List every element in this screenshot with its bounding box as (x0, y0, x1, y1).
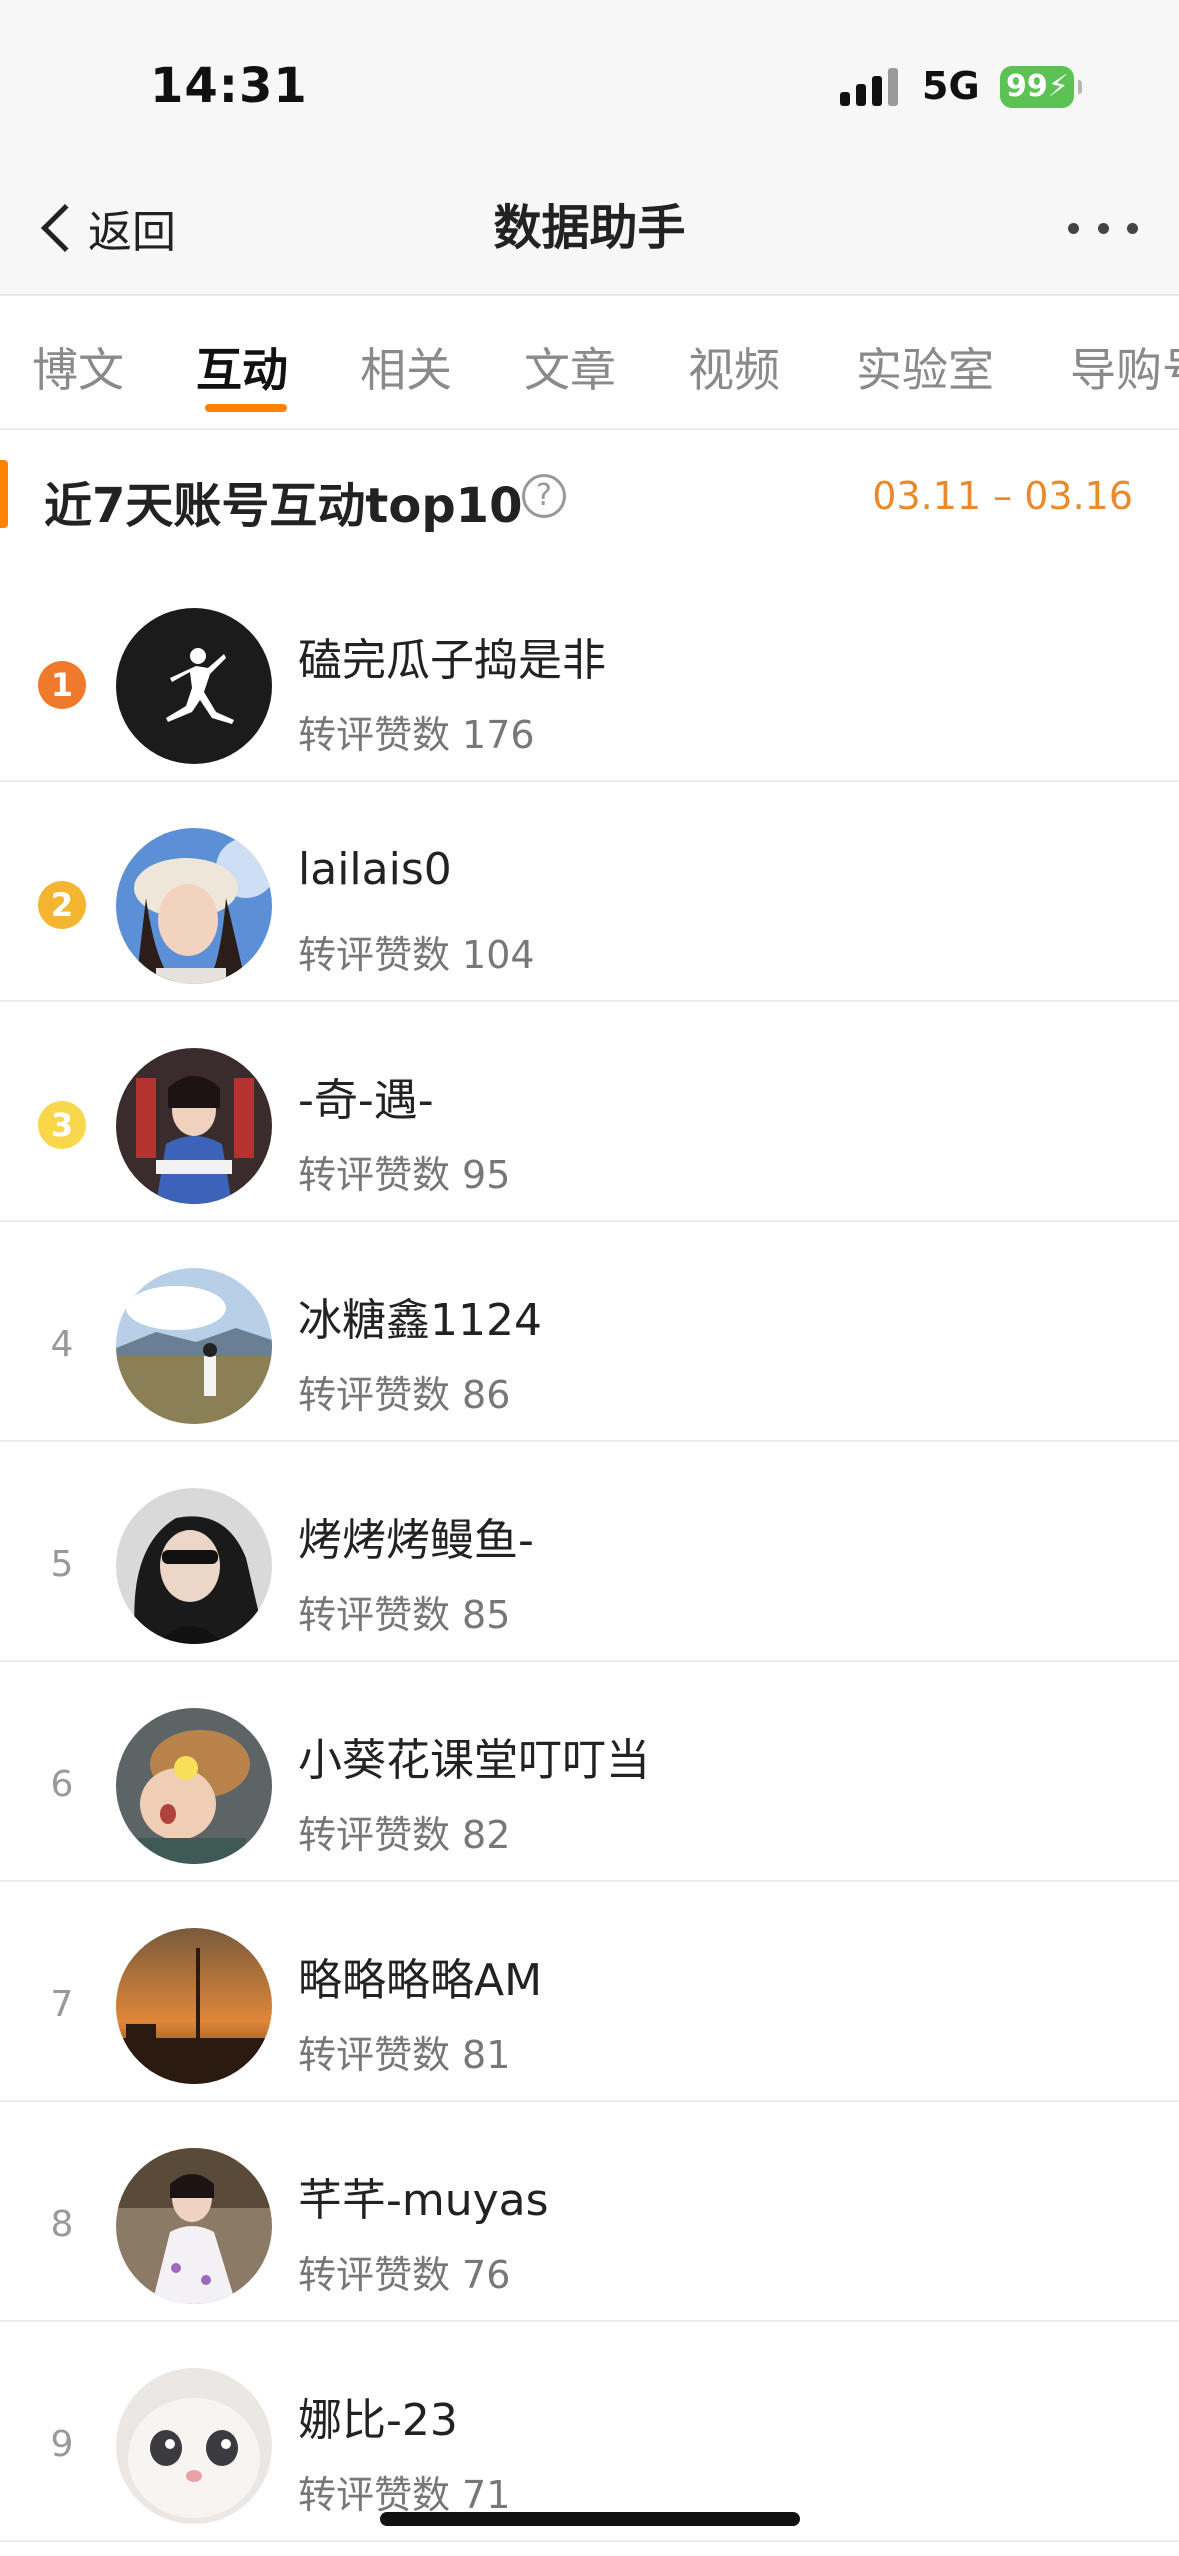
interaction-count: 转评赞数 85 (298, 1584, 510, 1639)
section-header: 近7天账号互动top10 ? 03.11 – 03.16 (0, 432, 1179, 562)
interaction-count: 转评赞数 95 (298, 1144, 510, 1199)
tab-bar: 博文 互动 相关 文章 视频 实验室 导购号 (0, 294, 1179, 430)
avatar[interactable] (116, 2368, 272, 2524)
stat-label: 转评赞数 (298, 1813, 451, 1857)
stat-label: 转评赞数 (298, 713, 451, 757)
interaction-count: 转评赞数 86 (298, 1364, 510, 1419)
list-item[interactable]: 6 小葵花课堂叮叮当 转评赞数 82 (0, 1662, 1179, 1882)
status-time: 14:31 (150, 58, 308, 114)
user-name: 芊芊-muyas (298, 2175, 549, 2226)
avatar[interactable] (116, 2148, 272, 2304)
user-name: 略略略略AM (298, 1955, 543, 2006)
interaction-count: 转评赞数 76 (298, 2244, 510, 2299)
stat-value: 104 (462, 933, 535, 977)
battery-icon: 99⚡ (1000, 66, 1082, 108)
avatar[interactable] (116, 1268, 272, 1424)
tab-videos[interactable]: 视频 (688, 334, 780, 400)
avatar[interactable] (116, 608, 272, 764)
network-type: 5G (922, 64, 980, 108)
stat-label: 转评赞数 (298, 2253, 451, 2297)
rank-badge: 1 (38, 661, 86, 709)
stat-label: 转评赞数 (298, 1593, 451, 1637)
avatar[interactable] (116, 1928, 272, 2084)
list-item[interactable]: 8 芊芊-muyas 转评赞数 76 (0, 2102, 1179, 2322)
active-tab-indicator (205, 404, 287, 412)
avatar[interactable] (116, 1048, 272, 1204)
stat-value: 82 (462, 1813, 511, 1857)
list-item[interactable]: 5 烤烤烤鳗鱼- 转评赞数 85 (0, 1442, 1179, 1662)
stat-value: 95 (462, 1153, 511, 1197)
rank-number: 8 (50, 2204, 74, 2245)
stat-label: 转评赞数 (298, 1373, 451, 1417)
help-icon[interactable]: ? (522, 474, 566, 518)
section-accent-bar (0, 460, 8, 528)
stat-value: 71 (462, 2473, 511, 2517)
stat-value: 81 (462, 2033, 511, 2077)
user-name: 娜比-23 (298, 2395, 458, 2446)
rank-number: 5 (50, 1544, 74, 1585)
tab-lab[interactable]: 实验室 (856, 334, 994, 400)
stat-label: 转评赞数 (298, 2473, 451, 2517)
list-item[interactable]: 7 略略略略AM 转评赞数 81 (0, 1882, 1179, 2102)
avatar[interactable] (116, 1708, 272, 1864)
ranking-list: 1 磕完瓜子捣是非 转评赞数 176 2 lailais0 转评赞数 104 3 -… (0, 562, 1179, 2542)
user-name: 烤烤烤鳗鱼- (298, 1515, 534, 1566)
tab-interaction[interactable]: 互动 (196, 334, 288, 400)
user-name: -奇-遇- (298, 1075, 434, 1126)
stat-value: 176 (462, 713, 535, 757)
rank-badge: 2 (38, 881, 86, 929)
interaction-count: 转评赞数 176 (298, 704, 535, 759)
home-indicator[interactable] (380, 2512, 800, 2526)
rank-number: 4 (50, 1324, 74, 1365)
signal-icon (840, 66, 902, 106)
list-item[interactable]: 2 lailais0 转评赞数 104 (0, 782, 1179, 1002)
avatar[interactable] (116, 828, 272, 984)
stat-label: 转评赞数 (298, 1153, 451, 1197)
tab-related[interactable]: 相关 (360, 334, 452, 400)
stat-label: 转评赞数 (298, 2033, 451, 2077)
stat-value: 86 (462, 1373, 511, 1417)
avatar[interactable] (116, 1488, 272, 1644)
date-range[interactable]: 03.11 – 03.16 (872, 474, 1133, 518)
interaction-count: 转评赞数 71 (298, 2464, 510, 2519)
interaction-count: 转评赞数 81 (298, 2024, 510, 2079)
rank-number: 9 (50, 2424, 74, 2465)
list-item[interactable]: 9 娜比-23 转评赞数 71 (0, 2322, 1179, 2542)
section-title: 近7天账号互动top10 (44, 478, 523, 534)
rank-number: 7 (50, 1984, 74, 2025)
list-item[interactable]: 3 -奇-遇- 转评赞数 95 (0, 1002, 1179, 1222)
rank-badge: 3 (38, 1101, 86, 1149)
battery-level: 99 (1006, 69, 1048, 104)
more-icon[interactable] (1068, 218, 1138, 238)
tab-articles[interactable]: 文章 (524, 334, 616, 400)
top-bar: 14:31 5G 99⚡ 返回 数据助手 (0, 0, 1179, 294)
stat-value: 85 (462, 1593, 511, 1637)
list-item[interactable]: 1 磕完瓜子捣是非 转评赞数 176 (0, 562, 1179, 782)
stat-value: 76 (462, 2253, 511, 2297)
tab-weibo[interactable]: 博文 (32, 334, 124, 400)
interaction-count: 转评赞数 82 (298, 1804, 510, 1859)
tab-shopping[interactable]: 导购号 (1070, 334, 1179, 400)
page-title: 数据助手 (493, 200, 686, 256)
user-name: 小葵花课堂叮叮当 (298, 1735, 650, 1786)
stat-label: 转评赞数 (298, 933, 451, 977)
user-name: 磕完瓜子捣是非 (298, 635, 606, 686)
interaction-count: 转评赞数 104 (298, 924, 535, 979)
user-name: 冰糖鑫1124 (298, 1295, 542, 1346)
list-item[interactable]: 4 冰糖鑫1124 转评赞数 86 (0, 1222, 1179, 1442)
rank-number: 6 (50, 1764, 74, 1805)
user-name: lailais0 (298, 844, 452, 895)
